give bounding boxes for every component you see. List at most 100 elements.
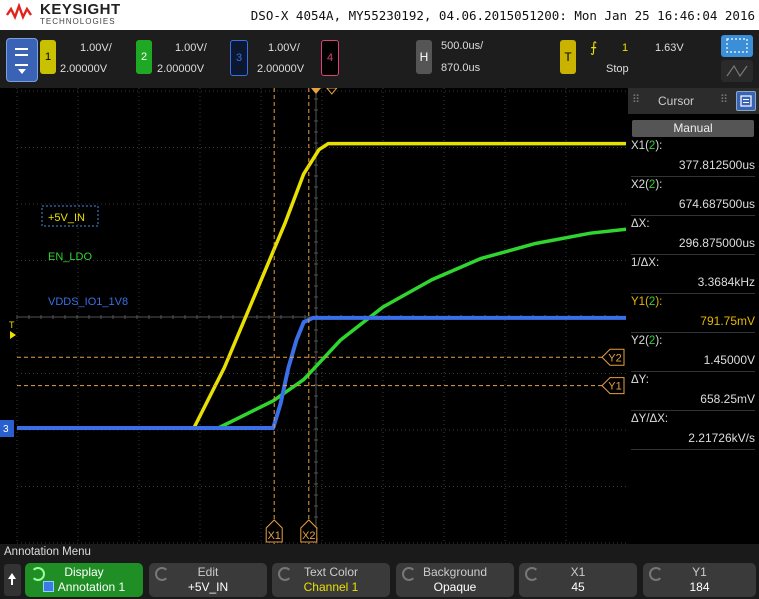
cursor-mode-button[interactable]: Manual: [632, 120, 754, 137]
cursor-readout-label: X2(2):: [631, 179, 662, 191]
timebase-value: 500.0us/: [441, 40, 484, 52]
trigger-level-label: T: [9, 320, 15, 330]
divider: [631, 410, 755, 411]
acquisition-status: Stop: [606, 63, 629, 75]
cursor-readout-value: 3.3684kHz: [697, 275, 755, 289]
cursor-readout-value: 674.687500us: [678, 197, 755, 211]
channel-1-scale: 1.00V/: [80, 42, 112, 54]
cursor-readout-label: ΔY:: [631, 374, 649, 386]
cursor-panel-title: Cursor: [658, 94, 695, 108]
annotation-2: EN_LDO: [48, 251, 92, 263]
divider: [631, 215, 755, 216]
channel-3-offset: 2.00000V: [257, 63, 305, 75]
delay-value: 870.0us: [441, 62, 481, 74]
annotation-menu-bar: Annotation Menu Display Annotation 1 Edit +…: [0, 544, 759, 599]
trigger-button[interactable]: T: [560, 40, 576, 74]
softkey-background[interactable]: Background Opaque: [396, 563, 514, 597]
cursor-label-x1: X1: [267, 530, 280, 542]
main-menu-button[interactable]: [6, 38, 38, 82]
cursor-readout-label: ΔX:: [631, 218, 650, 230]
softkey-value: +5V_IN: [187, 580, 229, 594]
softkey-title: Y1: [692, 565, 707, 579]
instrument-info: DSO-X 4054A, MY55230192, 04.06.201505120…: [250, 8, 755, 23]
divider: [631, 176, 755, 177]
softkey-x1[interactable]: X1 45: [519, 563, 637, 597]
trigger-edge-icon: ⨍: [590, 39, 598, 55]
cursor-label-part: X1(: [631, 140, 649, 152]
waveform-icon: [726, 64, 748, 78]
cursor-readout-value: 1.45000V: [703, 353, 755, 367]
chevron-down-icon: [18, 69, 26, 74]
annotation-1: +5V_IN: [48, 212, 85, 224]
cursor-readout-label: Y2(2):: [631, 335, 662, 347]
channel-3-scale: 1.00V/: [268, 42, 300, 54]
softkey-value: Channel 1: [303, 580, 359, 594]
softkey-display[interactable]: Display Annotation 1: [25, 563, 143, 597]
cursor-panel-header: ⠿ Cursor ⠿: [628, 88, 759, 114]
channel-1-button[interactable]: 1: [40, 40, 56, 74]
divider: [631, 332, 755, 333]
cursor-readout-label: ΔY/ΔX:: [631, 413, 669, 425]
divider: [631, 293, 755, 294]
softkey-text-color[interactable]: Text Color Channel 1: [272, 563, 390, 597]
channel-bar: 1 1.00V/ 2.00000V 2 1.00V/ 2.00000V 3 1.…: [0, 30, 759, 88]
zoom-button[interactable]: [721, 35, 753, 57]
softkey-edit[interactable]: Edit +5V_IN: [149, 563, 267, 597]
cursor-readout-value: 658.25mV: [700, 392, 755, 406]
channel-3-button[interactable]: 3: [230, 40, 248, 76]
cursor-readout-value: 296.875000us: [678, 236, 755, 250]
softkey-title: Background: [422, 565, 488, 579]
channel-2-offset: 2.00000V: [157, 63, 205, 75]
cursor-label-part: X2(: [631, 179, 649, 191]
cursor-label-part: ):: [655, 335, 663, 347]
divider: [631, 371, 755, 372]
grip-icon: ⠿: [720, 94, 729, 106]
checkbox-icon: [42, 581, 54, 592]
trigger-level: 1.63V: [655, 42, 684, 54]
cursor-label-part: ):: [655, 140, 663, 152]
channel-4-button[interactable]: 4: [321, 40, 339, 76]
menu-title: Annotation Menu: [4, 546, 91, 558]
annotation-3: VDDS_IO1_1V8: [48, 296, 128, 308]
cursor-label-part: Y1(: [631, 296, 649, 308]
cursor-readout-label: 1/ΔX:: [631, 257, 660, 269]
softkey-y1[interactable]: Y1 184: [643, 563, 756, 597]
brand-subtitle: TECHNOLOGIES: [40, 17, 116, 26]
softkey-value: Opaque: [433, 580, 477, 594]
waveform-button[interactable]: [721, 60, 753, 82]
cursor-label-y1: Y1: [608, 381, 621, 393]
cursor-label-part: ):: [655, 296, 663, 308]
menu-up-button[interactable]: [4, 564, 21, 596]
cursor-readout-value: 791.75mV: [700, 314, 755, 328]
brand-name: KEYSIGHT: [40, 1, 121, 18]
softkey-value-text: Annotation 1: [57, 580, 126, 594]
channel-1-offset: 2.00000V: [60, 63, 108, 75]
softkey-title: Display: [64, 565, 104, 579]
top-bar: KEYSIGHT TECHNOLOGIES DSO-X 4054A, MY552…: [0, 0, 759, 30]
ground-marker-label: 3: [3, 424, 9, 435]
trigger-source: 1: [622, 42, 629, 54]
list-icon: [740, 95, 752, 107]
list-icon: [15, 48, 28, 66]
cursor-label-part: ):: [655, 179, 663, 191]
cursor-panel: ⠿ Cursor ⠿ Manual X1(2): 377.812500us X2(2…: [628, 88, 759, 544]
divider: [631, 254, 755, 255]
grip-icon: ⠿: [632, 94, 641, 106]
waveform-display[interactable]: X1 X2 Y2 Y1 T 3 +5V_IN EN_LDO VDDS_IO1_1V8: [0, 88, 626, 544]
softkey-value: 184: [689, 580, 710, 594]
cursor-label-x2: X2: [302, 530, 315, 542]
cursor-readout-value: 377.812500us: [678, 158, 755, 172]
keysight-logo-icon: [6, 3, 32, 21]
softkey-title: Text Color: [303, 565, 359, 579]
softkey-value: Annotation 1: [25, 580, 143, 594]
cursor-readout-label: X1(2):: [631, 140, 662, 152]
cursor-readout-label: Y1(2):: [631, 296, 662, 308]
cursor-label-part: Y2(: [631, 335, 649, 347]
zoom-box-icon: [726, 38, 748, 53]
channel-2-button[interactable]: 2: [136, 40, 152, 74]
divider: [631, 449, 755, 450]
panel-list-button[interactable]: [736, 91, 756, 111]
softkey-title: X1: [570, 565, 586, 579]
horizontal-button[interactable]: H: [416, 40, 432, 74]
channel-2-scale: 1.00V/: [175, 42, 207, 54]
